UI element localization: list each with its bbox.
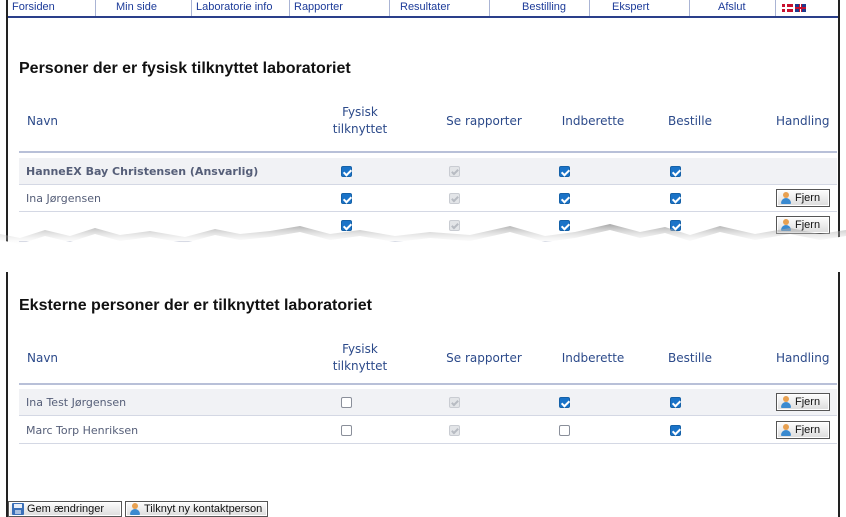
reports-checkbox [449, 166, 460, 177]
col-header-physical-line1: Fysisk [342, 105, 378, 119]
col-header-physical: Fysisk tilknyttet [320, 104, 400, 138]
col-header-order: Bestille [668, 351, 712, 365]
person-icon [780, 192, 792, 204]
torn-edge [0, 224, 846, 272]
submit-checkbox[interactable] [559, 397, 570, 408]
header-divider [19, 151, 837, 153]
nav-resultater[interactable]: Resultater [390, 0, 490, 16]
col-header-action: Handling [776, 114, 830, 128]
person-name: HanneEX Bay Christensen (Ansvarlig) [26, 165, 259, 178]
save-disk-icon [12, 503, 24, 515]
reports-checkbox [449, 425, 460, 436]
order-checkbox[interactable] [670, 397, 681, 408]
col-header-name: Navn [27, 351, 59, 365]
col-header-reports: Se rapporter [446, 114, 522, 128]
order-checkbox[interactable] [670, 166, 681, 177]
col-header-action: Handling [776, 351, 830, 365]
order-checkbox[interactable] [670, 425, 681, 436]
table-row: Ina Test Jørgensen Fjern [19, 389, 837, 416]
nav-forsiden[interactable]: Forsiden [8, 0, 96, 16]
top-nav: Forsiden Min side Laboratorie info Rappo… [8, 0, 838, 18]
reports-checkbox [449, 193, 460, 204]
col-header-physical-line2: tilknyttet [332, 359, 388, 373]
nav-ekspert[interactable]: Ekspert [590, 0, 690, 16]
col-header-reports: Se rapporter [446, 351, 522, 365]
col-header-physical-line2: tilknyttet [332, 122, 388, 136]
submit-checkbox[interactable] [559, 193, 570, 204]
nav-bestilling[interactable]: Bestilling [490, 0, 590, 16]
col-header-physical: Fysisk tilknyttet [320, 341, 400, 375]
table-row: HanneEX Bay Christensen (Ansvarlig) [19, 158, 837, 185]
remove-button-label: Fjern [795, 424, 821, 436]
physical-checkbox[interactable] [341, 193, 352, 204]
person-icon [780, 424, 792, 436]
physical-checkbox[interactable] [341, 397, 352, 408]
danish-flag-icon[interactable] [782, 4, 793, 12]
nav-afslut[interactable]: Afslut [690, 0, 776, 16]
remove-button-label: Fjern [795, 192, 821, 204]
person-name: Ina Jørgensen [26, 192, 101, 205]
person-icon [129, 503, 141, 515]
section-physical-title: Personer der er fysisk tilknyttet labora… [19, 60, 351, 77]
uk-flag-icon[interactable] [795, 4, 806, 12]
remove-button[interactable]: Fjern [776, 393, 830, 411]
header-divider [19, 383, 837, 385]
col-header-submit: Indberette [561, 114, 625, 128]
physical-checkbox[interactable] [341, 425, 352, 436]
add-contact-label: Tilknyt ny kontaktperson [144, 503, 263, 515]
col-header-submit: Indberette [561, 351, 625, 365]
save-changes-button[interactable]: Gem ændringer [8, 501, 122, 517]
submit-checkbox[interactable] [559, 166, 570, 177]
nav-rapporter[interactable]: Rapporter [290, 0, 390, 16]
language-flags [776, 0, 806, 16]
submit-checkbox[interactable] [559, 425, 570, 436]
reports-checkbox [449, 397, 460, 408]
nav-min-side[interactable]: Min side [96, 0, 192, 16]
person-icon [780, 396, 792, 408]
person-name: Marc Torp Henriksen [26, 424, 139, 437]
col-header-physical-line1: Fysisk [342, 342, 378, 356]
order-checkbox[interactable] [670, 193, 681, 204]
remove-button[interactable]: Fjern [776, 421, 830, 439]
table-row: Ina Jørgensen Fjern [19, 185, 837, 212]
add-contact-button[interactable]: Tilknyt ny kontaktperson [125, 501, 268, 517]
save-changes-label: Gem ændringer [27, 503, 105, 515]
table-row: Marc Torp Henriksen Fjern [19, 417, 837, 444]
remove-button-label: Fjern [795, 396, 821, 408]
col-header-name: Navn [27, 114, 59, 128]
section-external-title: Eksterne personer der er tilknyttet labo… [19, 297, 372, 314]
person-name: Ina Test Jørgensen [26, 396, 127, 409]
physical-checkbox[interactable] [341, 166, 352, 177]
col-header-order: Bestille [668, 114, 712, 128]
nav-laboratorie-info[interactable]: Laboratorie info [192, 0, 290, 16]
remove-button[interactable]: Fjern [776, 189, 830, 207]
